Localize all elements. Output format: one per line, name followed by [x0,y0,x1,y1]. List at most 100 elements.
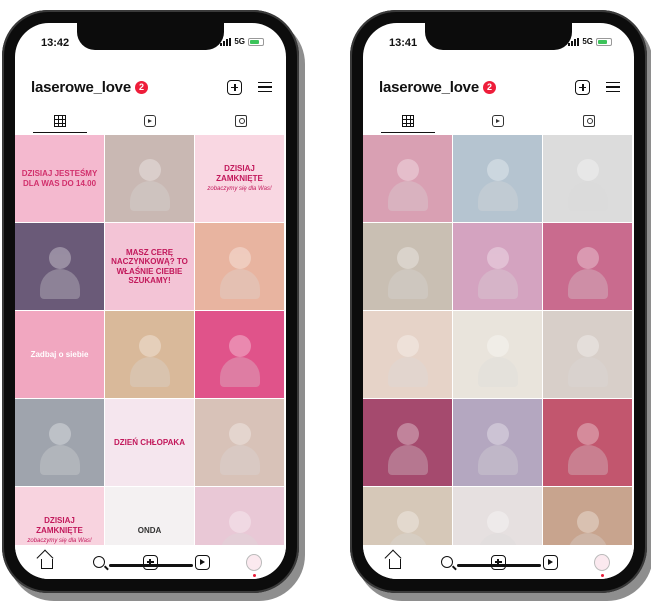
post-tile[interactable] [363,487,452,545]
person-photo [486,335,509,358]
nav-create[interactable] [142,554,158,570]
person-photo [576,511,599,534]
username[interactable]: laserowe_love [379,79,479,96]
post-subcaption: zobaczymy się dla Was! [207,185,272,192]
post-tile[interactable] [15,223,104,310]
menu-icon[interactable] [258,81,272,93]
post-tile[interactable]: DZISIAJ JESTEŚMY DLA WAS DO 14.00 [15,135,104,222]
nav-home[interactable] [39,554,55,570]
reels-icon [144,115,157,127]
post-tile[interactable] [543,399,632,486]
post-tile[interactable]: Zadbaj o siebie [15,311,104,398]
nav-reels[interactable] [194,554,210,570]
tab-reels[interactable] [105,109,195,133]
person-photo [396,511,419,534]
person-photo [576,423,599,446]
post-tile[interactable] [105,135,194,222]
nav-home[interactable] [387,554,403,570]
person-photo [396,247,419,270]
post-tile[interactable] [543,223,632,310]
person-photo [486,511,509,534]
person-photo [228,423,251,446]
person-photo [486,247,509,270]
tab-grid[interactable] [363,109,453,133]
home-icon [388,559,401,569]
menu-icon[interactable] [606,81,620,93]
post-caption: ONDA [137,525,162,535]
reels-nav-icon [542,554,558,570]
notch [425,23,572,50]
person-photo [576,247,599,270]
person-photo [48,247,71,270]
battery-icon [248,37,264,46]
post-tile[interactable] [105,311,194,398]
post-tile[interactable]: DZIEŃ CHŁOPAKA [105,399,194,486]
posts-grid [363,135,634,545]
person-photo [396,335,419,358]
post-tile[interactable] [363,135,452,222]
nav-search[interactable] [439,554,455,570]
person-photo [576,159,599,182]
nav-search[interactable] [91,554,107,570]
post-tile[interactable] [363,223,452,310]
tagged-icon [234,115,247,127]
notification-badge[interactable]: 2 [482,80,496,94]
post-tile[interactable] [453,135,542,222]
person-photo [396,159,419,182]
nav-profile[interactable] [246,553,263,577]
post-tile[interactable] [363,399,452,486]
post-tile[interactable]: DZISIAJ ZAMKNIĘTE zobaczymy się dla Was! [195,135,284,222]
nav-reels[interactable] [542,554,558,570]
status-icons: 5G [568,37,612,46]
post-tile[interactable] [195,487,284,545]
post-caption: DZISIAJ ZAMKNIĘTE zobaczymy się dla Was! [21,516,98,544]
profile-tabs [15,109,286,133]
post-tile[interactable] [195,223,284,310]
nav-profile[interactable] [594,553,611,577]
add-icon [142,554,158,570]
tab-reels[interactable] [453,109,543,133]
post-caption: DZISIAJ ZAMKNIĘTE zobaczymy się dla Was! [201,164,278,192]
notch [77,23,224,50]
post-caption: DZIEŃ CHŁOPAKA [114,437,185,447]
person-photo [48,423,71,446]
tab-grid[interactable] [15,109,105,133]
status-time: 13:41 [389,37,418,49]
home-indicator [108,564,193,567]
tab-tagged[interactable] [196,109,286,133]
post-caption: Zadbaj o siebie [30,349,89,359]
post-subcaption: zobaczymy się dla Was! [27,537,92,544]
post-tile[interactable] [195,311,284,398]
person-photo [486,159,509,182]
username[interactable]: laserowe_love [31,79,131,96]
post-tile[interactable] [195,399,284,486]
tagged-icon [582,115,595,127]
nav-create[interactable] [490,554,506,570]
bottom-nav [15,545,286,579]
post-tile[interactable] [453,223,542,310]
post-tile[interactable] [543,311,632,398]
reels-icon [492,115,505,127]
post-caption: DZISIAJ JESTEŚMY DLA WAS DO 14.00 [21,169,98,188]
notification-badge[interactable]: 2 [134,80,148,94]
avatar [594,553,611,577]
person-photo [138,335,161,358]
tab-tagged[interactable] [544,109,634,133]
post-tile[interactable] [15,399,104,486]
post-tile[interactable]: ONDA [105,487,194,545]
post-tile[interactable] [453,311,542,398]
post-tile[interactable]: DZISIAJ ZAMKNIĘTE zobaczymy się dla Was! [15,487,104,545]
person-photo [486,423,509,446]
create-post-icon[interactable] [575,79,590,95]
post-tile[interactable] [453,487,542,545]
post-tile[interactable]: MASZ CERĘ NACZYNKOWĄ? TO WŁAŚNIE CIEBIE … [105,223,194,310]
post-tile[interactable] [543,487,632,545]
post-tile[interactable] [453,399,542,486]
avatar [246,553,263,577]
screen-right: 13:41 5G laserowe_love 2 [363,23,634,579]
post-tile[interactable] [543,135,632,222]
person-photo [228,511,251,534]
search-icon [92,556,105,568]
post-tile[interactable] [363,311,452,398]
create-post-icon[interactable] [227,79,242,95]
